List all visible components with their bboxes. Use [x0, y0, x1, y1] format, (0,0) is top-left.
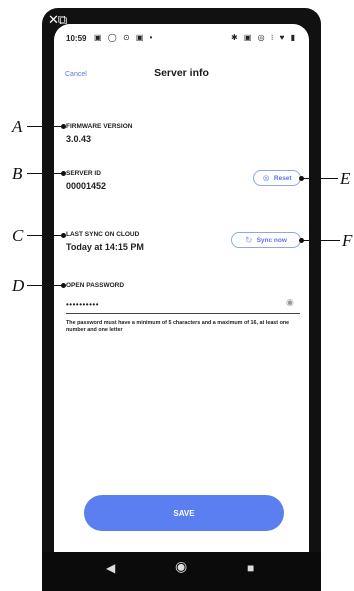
refresh-icon: ↻: [245, 234, 253, 245]
back-icon[interactable]: ◀: [106, 561, 115, 575]
recents-icon[interactable]: ■: [247, 561, 254, 575]
server-id-label: SERVER ID: [66, 170, 101, 177]
eye-icon[interactable]: ◉: [286, 297, 294, 308]
server-id-value: 00001452: [66, 181, 107, 191]
annotation-c: C: [12, 226, 24, 245]
last-sync-label: LAST SYNC ON CLOUD: [66, 231, 140, 238]
open-password-label: OPEN PASSWORD: [66, 282, 125, 289]
sync-now-button[interactable]: ↻ Sync now: [231, 232, 301, 248]
status-right-icons: ✱ ▣ ◎ ⁝ ♥ ▮: [230, 33, 297, 42]
android-nav-bar: ◀ ◉ ■: [42, 552, 321, 591]
reset-button[interactable]: ⊗ Reset: [253, 170, 301, 186]
reset-x-icon: ⊗: [262, 172, 270, 183]
status-left-icons: ▣ ◯ ⊙ ▣ •: [94, 33, 155, 42]
password-underline: [66, 313, 300, 314]
annotation-a: A: [12, 117, 23, 136]
leader-d: [27, 283, 66, 288]
annotation-e: E: [340, 169, 351, 188]
firmware-version-value: 3.0.43: [66, 134, 92, 144]
firmware-version-label: FIRMWARE VERSION: [66, 123, 133, 130]
app-screen: 10:59 ▣ ◯ ⊙ ▣ • ✱ ▣ ◎ ⁝ ♥ ▮ Cancel Serve…: [54, 24, 309, 552]
leader-f: [299, 238, 340, 243]
save-button[interactable]: SAVE: [84, 495, 284, 531]
annotation-b: B: [12, 164, 23, 183]
page-title: Server info: [154, 67, 209, 79]
status-time: 10:59: [66, 34, 87, 43]
password-input[interactable]: ••••••••••: [66, 300, 99, 309]
reset-button-label: Reset: [273, 174, 292, 182]
leader-a: [27, 124, 66, 129]
last-sync-value: Today at 14:15 PM: [66, 242, 144, 252]
annotation-d: D: [12, 276, 25, 295]
status-bar: 10:59 ▣ ◯ ⊙ ▣ • ✱ ▣ ◎ ⁝ ♥ ▮: [54, 24, 309, 54]
password-hint: The password must have a minimum of 5 ch…: [66, 320, 290, 333]
annotation-f: F: [342, 231, 353, 250]
sync-now-button-label: Sync now: [256, 236, 287, 244]
leader-e: [299, 176, 338, 181]
leader-c: [27, 233, 66, 238]
leader-b: [27, 171, 66, 176]
home-icon[interactable]: ◉: [175, 558, 187, 575]
